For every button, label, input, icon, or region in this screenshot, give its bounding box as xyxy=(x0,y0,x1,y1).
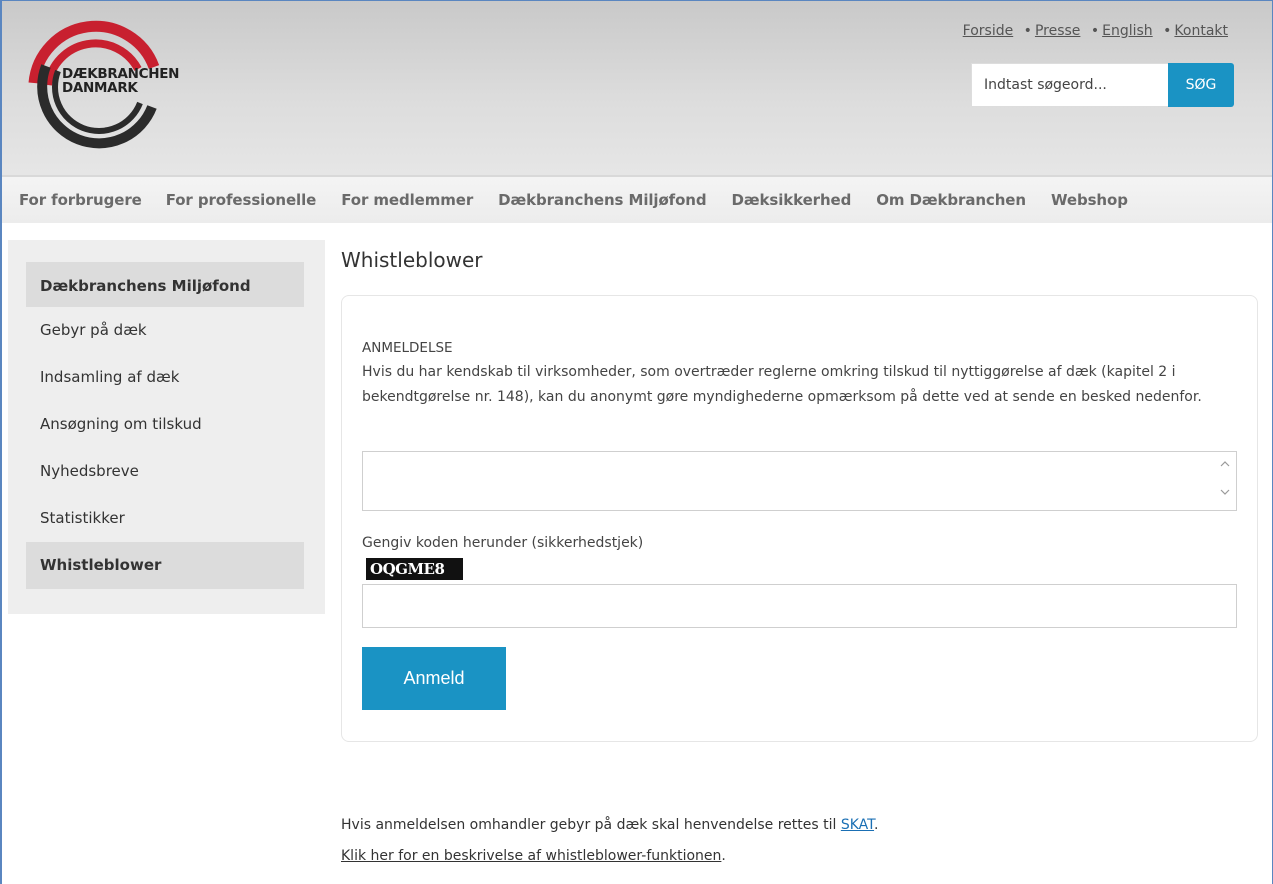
nav-item-daeksikkerhed[interactable]: Dæksikkerhed xyxy=(732,191,852,209)
captcha-input[interactable] xyxy=(362,584,1237,628)
nav-item-webshop[interactable]: Webshop xyxy=(1051,191,1128,209)
message-textarea[interactable] xyxy=(362,451,1237,511)
nav-item-for-forbrugere[interactable]: For forbrugere xyxy=(19,191,142,209)
logo-text[interactable]: DÆKBRANCHEN DANMARK xyxy=(62,67,179,95)
nav-item-om-daekbranchen[interactable]: Om Dækbranchen xyxy=(876,191,1026,209)
section-label: ANMELDELSE xyxy=(362,340,453,356)
nav-item-miljofond[interactable]: Dækbranchens Miljøfond xyxy=(498,191,706,209)
description-link[interactable]: Klik her for en beskrivelse af whistlebl… xyxy=(341,848,721,864)
footer-note-period: . xyxy=(874,817,879,833)
sidebar: Dækbranchens Miljøfond Gebyr på dæk Inds… xyxy=(8,240,325,614)
top-link-label[interactable]: Presse xyxy=(1035,23,1080,39)
footer-link-period: . xyxy=(721,848,726,864)
logo-line-2: DANMARK xyxy=(62,80,138,96)
search-input[interactable] xyxy=(971,63,1168,107)
search-button[interactable]: SØG xyxy=(1168,63,1234,107)
separator-dot: • xyxy=(1163,23,1172,39)
page-title: Whistleblower xyxy=(341,248,483,272)
separator-dot: • xyxy=(1023,23,1032,39)
sidebar-item-nyhedsbreve[interactable]: Nyhedsbreve xyxy=(26,448,304,495)
top-link-label[interactable]: English xyxy=(1102,23,1153,39)
chevron-up-icon[interactable] xyxy=(1220,459,1230,469)
footer-skat-note: Hvis anmeldelsen omhandler gebyr på dæk … xyxy=(341,817,879,833)
sidebar-item-indsamling[interactable]: Indsamling af dæk xyxy=(26,354,304,401)
top-link-label[interactable]: Kontakt xyxy=(1174,23,1228,39)
top-links: Forside • Presse • English • Kontakt xyxy=(957,23,1228,39)
chevron-down-icon[interactable] xyxy=(1220,487,1230,497)
captcha-label: Gengiv koden herunder (sikkerhedstjek) xyxy=(362,535,644,551)
top-link-presse[interactable]: • Presse xyxy=(1024,23,1081,39)
sidebar-item-statistikker[interactable]: Statistikker xyxy=(26,495,304,542)
sidebar-item-ansogning[interactable]: Ansøgning om tilskud xyxy=(26,401,304,448)
textarea-scrollbar[interactable] xyxy=(1214,452,1236,510)
section-description: Hvis du har kendskab til virksomheder, s… xyxy=(362,364,1202,405)
sidebar-item-whistleblower[interactable]: Whistleblower xyxy=(26,542,304,589)
sidebar-item-miljofond[interactable]: Dækbranchens Miljøfond xyxy=(26,262,304,307)
nav-item-for-professionelle[interactable]: For professionelle xyxy=(166,191,317,209)
top-link-label[interactable]: Forside xyxy=(963,23,1014,39)
site-header: DÆKBRANCHEN DANMARK Forside • Presse • Eng… xyxy=(2,1,1272,175)
top-link-english[interactable]: • English xyxy=(1091,23,1153,39)
skat-link[interactable]: SKAT xyxy=(841,817,874,833)
footer-note-text: Hvis anmeldelsen omhandler gebyr på dæk … xyxy=(341,817,841,833)
logo-line-1: DÆKBRANCHEN xyxy=(62,66,180,82)
submit-button[interactable]: Anmeld xyxy=(362,647,506,710)
top-link-kontakt[interactable]: • Kontakt xyxy=(1163,23,1228,39)
separator-dot: • xyxy=(1090,23,1100,39)
footer-description-link: Klik her for en beskrivelse af whistlebl… xyxy=(341,848,726,864)
top-link-forside[interactable]: Forside xyxy=(963,23,1014,39)
sidebar-item-gebyr[interactable]: Gebyr på dæk xyxy=(26,307,304,354)
captcha-image: OQGME8 xyxy=(366,558,463,580)
whistleblower-form: ANMELDELSE Hvis du har kendskab til virk… xyxy=(341,295,1258,742)
main-nav: For forbrugere For professionelle For me… xyxy=(2,175,1272,223)
nav-item-for-medlemmer[interactable]: For medlemmer xyxy=(341,191,473,209)
